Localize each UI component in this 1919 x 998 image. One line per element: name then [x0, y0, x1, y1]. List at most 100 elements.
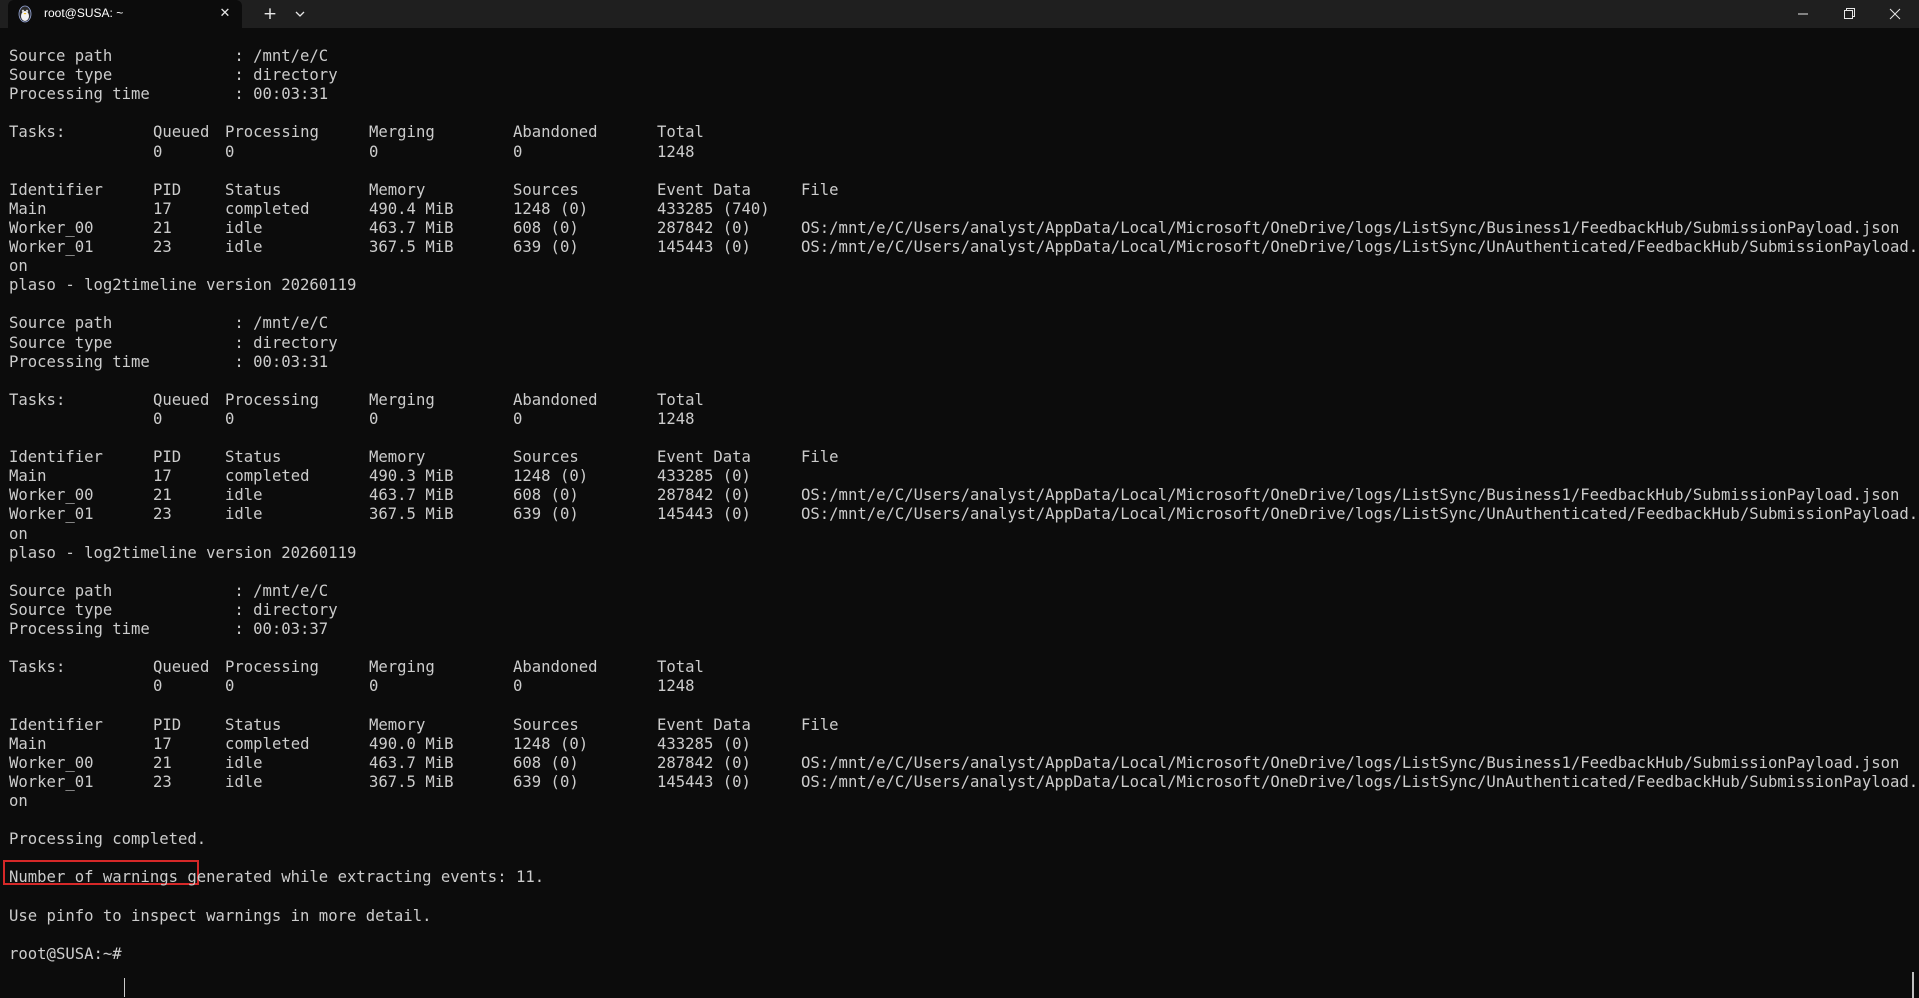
tasks-values-cell: 0 — [513, 142, 523, 161]
process-table-row-cell: Worker_01 — [9, 238, 94, 256]
process-table-row-cell: OS:/mnt/e/C/Users/analyst/AppData/Local/… — [801, 218, 1900, 237]
process-table-header-cell: Status — [225, 180, 282, 199]
process-table-row-cell: 639 (0) — [513, 772, 579, 791]
process-table-header-cell: Identifier — [9, 715, 103, 734]
process-table-header-cell: Sources — [513, 448, 579, 467]
process-table-header-cell: Sources — [513, 180, 579, 199]
process-table-row-cell: 608 (0) — [513, 753, 579, 772]
tasks-header-cell: Queued — [153, 123, 210, 142]
linux-penguin-icon — [18, 5, 32, 23]
process-table-row-cell: Worker_00 — [9, 486, 94, 505]
process-table-header-cell: Status — [225, 448, 282, 467]
process-table-header-cell: Event Data — [657, 180, 751, 199]
tasks-values-cell: 0 — [369, 142, 379, 161]
tasks-header-cell: Abandoned — [513, 123, 598, 142]
text-cursor — [124, 978, 125, 997]
tasks-header-cell: Tasks: — [9, 658, 66, 677]
process-table-row-cell: 490.3 MiB — [369, 467, 454, 486]
tasks-header: Tasks: Queued Processing Merging Abandoned To… — [9, 391, 1909, 410]
tasks-header: Tasks: Queued Processing Merging Abandoned To… — [9, 658, 1909, 677]
tasks-values: 0 0 0 0 1248 — [9, 143, 1909, 162]
process-table-row-cell: 490.4 MiB — [369, 199, 454, 218]
tab-title: root@SUSA: ~ — [44, 6, 124, 20]
restore-button[interactable] — [1826, 0, 1872, 28]
process-table-row-cell: 23 — [153, 238, 172, 256]
processing-time-line: Processing time : 00:03:31 — [9, 85, 329, 104]
process-table-row-cell: 463.7 MiB — [369, 753, 454, 772]
process-table-row-cell: 23 — [153, 772, 172, 791]
process-table-row-cell: 21 — [153, 218, 172, 237]
process-table-row-cell: 1248 (0) — [513, 199, 589, 218]
terminal-output[interactable]: Source path : /mnt/e/C Source type : dire… — [0, 28, 1919, 998]
title-bar: root@SUSA: ~ ✕ + — [0, 0, 1919, 28]
process-table-row-cell: 367.5 MiB — [369, 238, 454, 256]
wrapped-text-line: on — [9, 791, 28, 810]
minimize-button[interactable] — [1780, 0, 1826, 28]
process-table-row-cell: Worker_01 — [9, 772, 94, 791]
tasks-values-cell: 0 — [225, 409, 235, 428]
process-table-row-cell: Worker_00 — [9, 753, 94, 772]
process-table-row-cell: 1248 (0) — [513, 467, 589, 486]
tasks-values-cell: 0 — [369, 409, 379, 428]
tasks-header-cell: Abandoned — [513, 390, 598, 409]
source-path-line: Source path : /mnt/e/C — [9, 47, 329, 65]
process-table-row: Worker_00 21 idle 463.7 MiB 608 (0) 287842 (0… — [9, 219, 1909, 238]
terminal-tab[interactable]: root@SUSA: ~ ✕ — [8, 0, 242, 28]
processing-time-line: Processing time : 00:03:37 — [9, 620, 329, 638]
process-table-row-cell: Worker_01 — [9, 505, 94, 524]
tasks-header-cell: Total — [657, 658, 704, 677]
tasks-header-cell: Total — [657, 390, 704, 409]
process-table-row-cell: OS:/mnt/e/C/Users/analyst/AppData/Local/… — [801, 505, 1919, 524]
process-table-header-cell: File — [801, 715, 839, 734]
close-tab-icon[interactable]: ✕ — [216, 5, 234, 23]
process-table-row-cell: Main — [9, 467, 47, 486]
process-table-header-cell: File — [801, 180, 839, 199]
process-table-row-cell: 608 (0) — [513, 486, 579, 505]
process-table-header-cell: Identifier — [9, 180, 103, 199]
process-table-row-cell: idle — [225, 218, 263, 237]
process-table-row: Worker_01 23 idle 367.5 MiB 639 (0) 145443 (0… — [9, 772, 1919, 792]
process-table-header-cell: PID — [153, 715, 182, 734]
tasks-header-cell: Total — [657, 123, 704, 142]
version-line: plaso - log2timeline version 20260119 — [9, 543, 357, 562]
process-table-row: Worker_01 23 idle 367.5 MiB 639 (0) 145443 (0… — [9, 238, 1919, 257]
process-table-row: Worker_00 21 idle 463.7 MiB 608 (0) 287842 (0… — [9, 754, 1909, 773]
process-table-header: Identifier PID Status Memory Sources Event Da… — [9, 181, 1909, 200]
process-table-row-cell: idle — [225, 772, 263, 791]
process-table-row-cell: 145443 (0) — [657, 238, 751, 256]
chevron-down-icon[interactable] — [288, 4, 312, 24]
close-window-button[interactable] — [1872, 0, 1918, 28]
process-table-row-cell: Main — [9, 199, 47, 218]
process-table-row-cell: 608 (0) — [513, 218, 579, 237]
process-table-row-cell: 145443 (0) — [657, 772, 751, 791]
process-table-row-cell: completed — [225, 734, 310, 753]
process-table-row-cell: idle — [225, 753, 263, 772]
process-table-row-cell: 463.7 MiB — [369, 486, 454, 505]
process-table-row: Worker_00 21 idle 463.7 MiB 608 (0) 287842 (0… — [9, 486, 1909, 505]
process-table-row-cell: OS:/mnt/e/C/Users/analyst/AppData/Local/… — [801, 772, 1919, 791]
process-table-row-cell: 287842 (0) — [657, 486, 751, 505]
process-table-row-cell: 287842 (0) — [657, 753, 751, 772]
tasks-values: 0 0 0 0 1248 — [9, 677, 1909, 696]
new-tab-button[interactable]: + — [258, 4, 282, 24]
process-table-header-cell: Memory — [369, 180, 426, 199]
source-type-line: Source type : directory — [9, 600, 338, 619]
process-table-row-cell: 639 (0) — [513, 505, 579, 524]
process-table-row-cell: 490.0 MiB — [369, 734, 454, 753]
tasks-header-cell: Queued — [153, 390, 210, 409]
process-table-header-cell: Event Data — [657, 448, 751, 467]
process-table-row-cell: 433285 (0) — [657, 734, 751, 753]
process-table-header-cell: File — [801, 448, 839, 467]
tasks-values-cell: 0 — [513, 677, 523, 696]
wrapped-text-line: on — [9, 257, 28, 276]
tasks-values-cell: 0 — [513, 409, 523, 428]
process-table-row-cell: idle — [225, 505, 263, 524]
process-table-row: Main 17 completed 490.4 MiB 1248 (0) 433285 (… — [9, 200, 1909, 219]
process-table-row-cell: 21 — [153, 753, 172, 772]
wrapped-text-line: on — [9, 524, 28, 543]
processing-completed-message: Processing completed. — [9, 830, 207, 849]
scrollbar-thumb[interactable] — [1912, 972, 1914, 998]
tasks-header-cell: Processing — [225, 123, 319, 142]
process-table-row-cell: OS:/mnt/e/C/Users/analyst/AppData/Local/… — [801, 238, 1919, 256]
version-line: plaso - log2timeline version 20260119 — [9, 276, 357, 295]
